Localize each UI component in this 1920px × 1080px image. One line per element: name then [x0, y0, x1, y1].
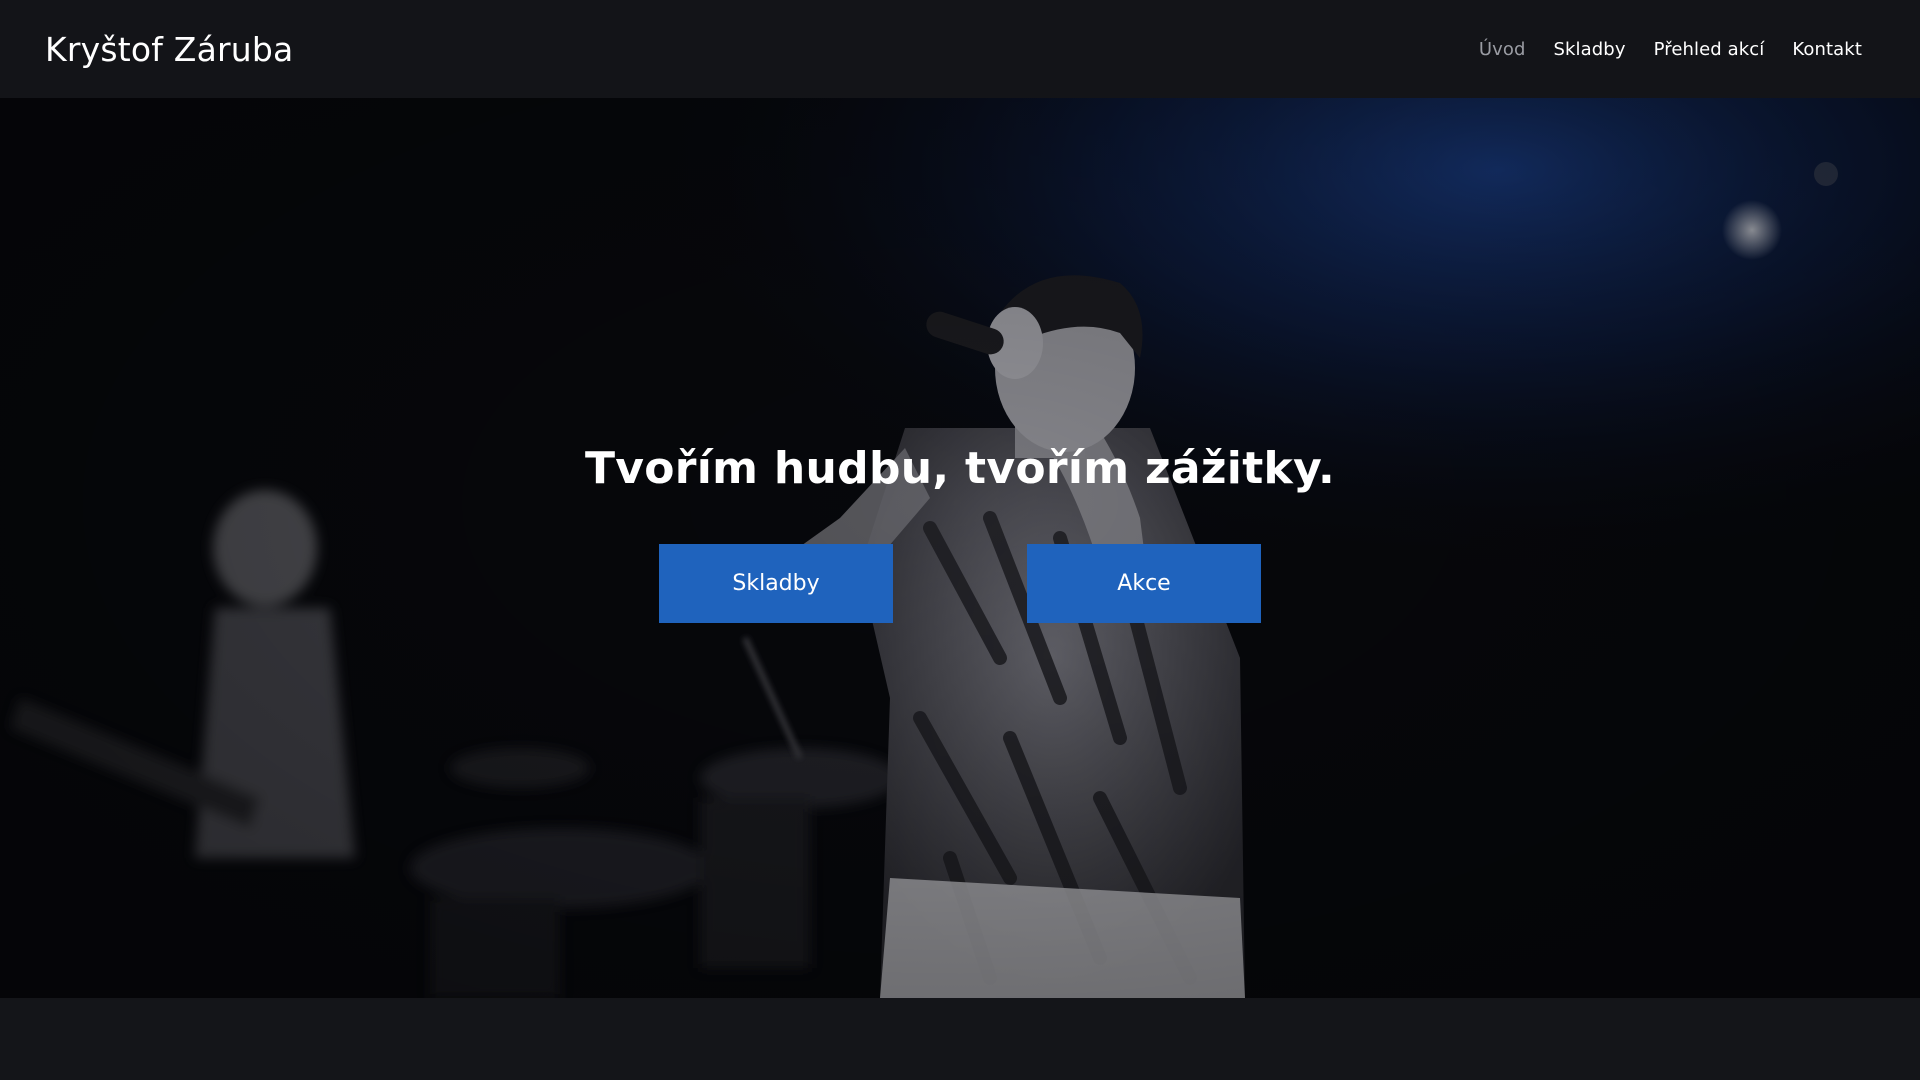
- nav-item-kontakt[interactable]: Kontakt: [1792, 39, 1862, 60]
- main-nav: Úvod Skladby Přehled akcí Kontakt: [1479, 39, 1862, 60]
- hero-content: Tvořím hudbu, tvořím zážitky. Skladby Ak…: [0, 443, 1920, 623]
- hero-title: Tvořím hudbu, tvořím zážitky.: [584, 443, 1336, 494]
- hero-section: Tvořím hudbu, tvořím zážitky. Skladby Ak…: [0, 98, 1920, 998]
- brand-logo-link[interactable]: Kryštof Záruba: [45, 30, 293, 69]
- hero-buttons: Skladby Akce: [0, 544, 1920, 623]
- page-bottom-strip: [0, 998, 1920, 1080]
- skladby-button[interactable]: Skladby: [659, 544, 893, 623]
- akce-button[interactable]: Akce: [1027, 544, 1261, 623]
- nav-item-uvod[interactable]: Úvod: [1479, 39, 1526, 60]
- nav-item-skladby[interactable]: Skladby: [1553, 39, 1625, 60]
- site-header: Kryštof Záruba Úvod Skladby Přehled akcí…: [0, 0, 1920, 98]
- nav-item-prehled-akci[interactable]: Přehled akcí: [1654, 39, 1765, 60]
